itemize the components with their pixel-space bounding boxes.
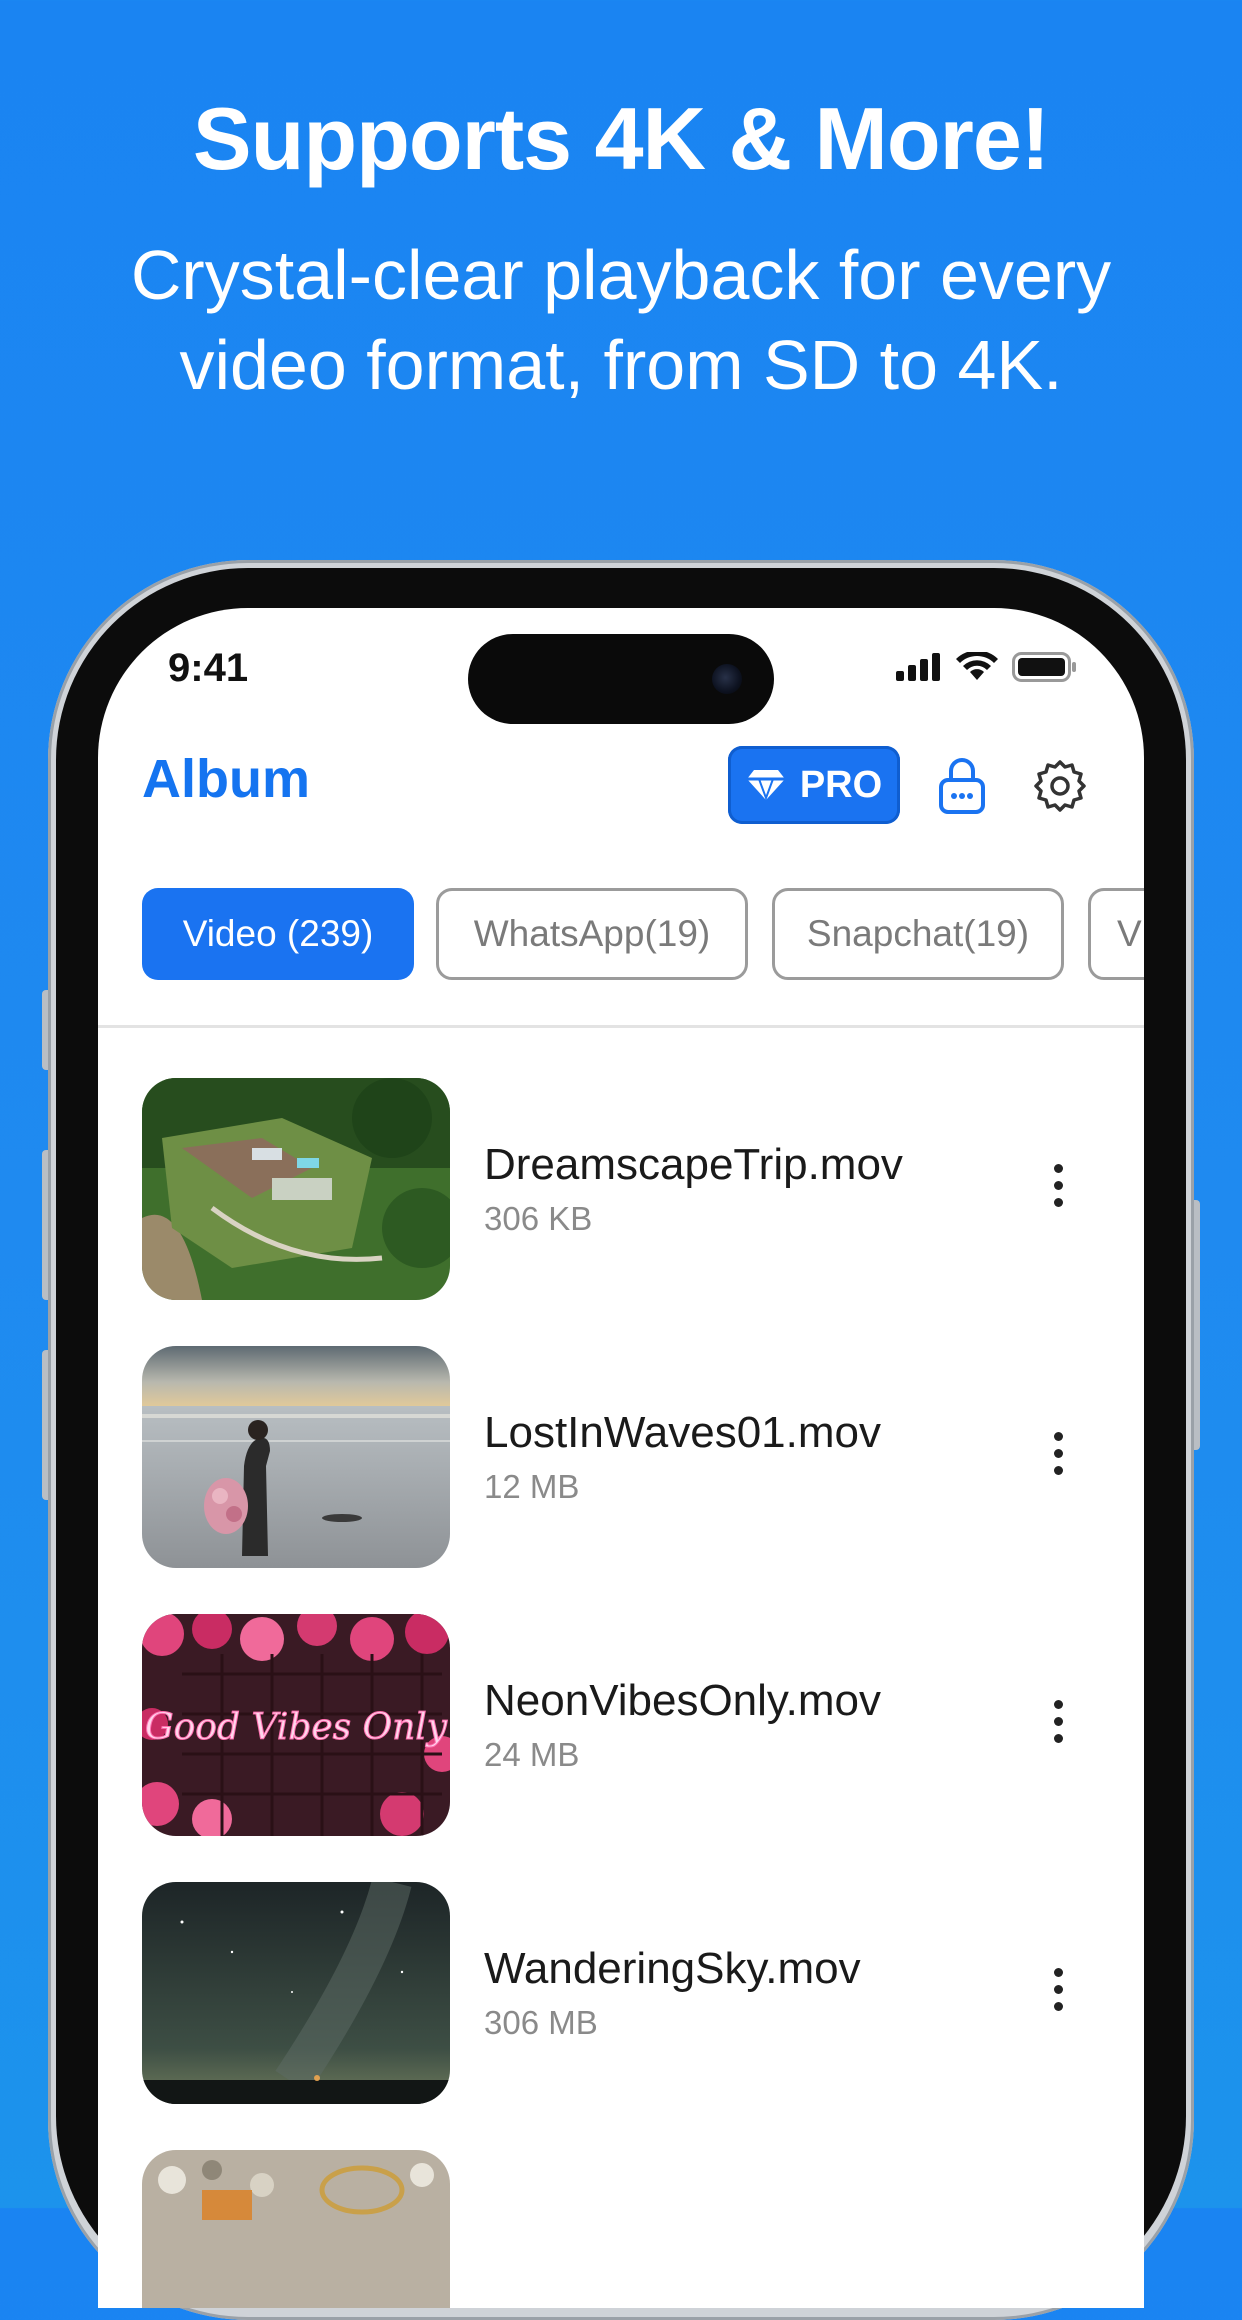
more-vertical-icon: [1052, 1968, 1064, 2011]
video-name: DreamscapeTrip.mov: [484, 1140, 903, 1189]
video-thumbnail: [142, 1346, 450, 1568]
lock-icon: [939, 758, 985, 814]
chip-partial[interactable]: V: [1088, 888, 1144, 980]
dynamic-island: [468, 634, 774, 724]
chip-label: Snapchat(19): [806, 913, 1030, 954]
video-thumbnail: [142, 2150, 450, 2308]
more-options-button[interactable]: [1052, 1432, 1064, 1482]
chip-label: WhatsApp(19): [473, 913, 711, 954]
pro-label: PRO: [799, 763, 883, 806]
video-size: 12 MB: [484, 1468, 580, 1505]
pro-upgrade-button[interactable]: PRO: [728, 746, 900, 824]
video-thumbnail: Good Vibes Only: [142, 1614, 450, 1836]
neon-sign-text: Good Vibes Only: [145, 1707, 448, 1748]
video-list-item[interactable]: [142, 2150, 1102, 2308]
video-name: NeonVibesOnly.mov: [484, 1676, 882, 1725]
video-list-item[interactable]: Good Vibes Only NeonVibesOnly.mov 24 MB: [142, 1614, 1102, 1836]
video-size: 306 MB: [484, 2004, 598, 2041]
chip-label: Video (239): [182, 913, 374, 954]
video-thumbnail: [142, 1882, 450, 2104]
more-vertical-icon: [1052, 1700, 1064, 1743]
video-list-item[interactable]: LostInWaves01.mov 12 MB: [142, 1346, 1102, 1568]
phone-screen: 9:41 Album PRO Video (239) WhatsApp(19) …: [98, 608, 1144, 2308]
diamond-icon: [746, 770, 785, 801]
chip-video[interactable]: Video (239): [142, 888, 414, 980]
video-name: WanderingSky.mov: [484, 1944, 861, 1993]
wifi-icon: [956, 652, 998, 680]
promo-subtitle-line-1: Crystal-clear playback for every: [130, 236, 1112, 314]
status-time: 9:41: [168, 646, 249, 690]
video-list-item[interactable]: DreamscapeTrip.mov 306 KB: [142, 1078, 1102, 1300]
video-size: 306 KB: [484, 1200, 593, 1237]
more-options-button[interactable]: [1052, 1164, 1064, 1214]
more-options-button[interactable]: [1052, 1700, 1064, 1750]
promo-subtitle: Crystal-clear playback for every video f…: [60, 230, 1182, 410]
status-icons: [896, 652, 1078, 682]
filter-chips: Video (239) WhatsApp(19) Snapchat(19) V: [142, 888, 1144, 984]
more-options-button[interactable]: [1052, 1968, 1064, 2018]
battery-icon: [1012, 652, 1076, 682]
video-thumbnail: [142, 1078, 450, 1300]
chip-label: V: [1117, 913, 1142, 954]
video-size: 24 MB: [484, 1736, 580, 1773]
more-vertical-icon: [1052, 1164, 1064, 1207]
camera-lens: [712, 664, 742, 694]
gear-icon: [1034, 760, 1086, 812]
cellular-signal-icon: [896, 653, 940, 681]
video-name: LostInWaves01.mov: [484, 1408, 881, 1457]
chip-snapchat[interactable]: Snapchat(19): [772, 888, 1064, 980]
lock-button[interactable]: [938, 756, 986, 814]
divider: [98, 1025, 1144, 1028]
page-title: Album: [142, 749, 310, 809]
chip-whatsapp[interactable]: WhatsApp(19): [436, 888, 748, 980]
more-vertical-icon: [1052, 1432, 1064, 1475]
video-list-item[interactable]: WanderingSky.mov 306 MB: [142, 1882, 1102, 2104]
promo-subtitle-line-2: video format, from SD to 4K.: [179, 326, 1063, 404]
settings-button[interactable]: [1032, 758, 1088, 814]
promo-headline: Supports 4K & More!: [192, 89, 1050, 188]
